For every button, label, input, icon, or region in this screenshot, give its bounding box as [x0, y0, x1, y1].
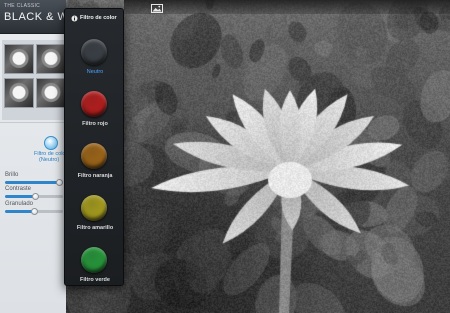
thumbnail-1[interactable] — [4, 44, 34, 74]
thumbnail-3[interactable] — [4, 78, 34, 108]
divider — [0, 122, 66, 123]
filter-option-label: Neutro — [86, 69, 104, 75]
filter-option-red[interactable]: Filtro rojo — [65, 91, 125, 143]
filter-option-green[interactable]: Filtro verde — [65, 247, 125, 299]
color-filter-popover: Filtro de color Neutro Filtro rojo Filtr… — [64, 8, 124, 286]
toolbar — [124, 0, 450, 14]
brightness-label: Brillo — [5, 172, 19, 178]
contrast-slider-thumb[interactable] — [31, 193, 39, 200]
yellow-swatch[interactable] — [81, 195, 107, 221]
brightness-slider-thumb[interactable] — [56, 179, 64, 186]
filter-option-label: Filtro rojo — [82, 121, 108, 127]
thumbnail-2[interactable] — [36, 44, 66, 74]
color-filter-knob[interactable] — [44, 136, 58, 150]
thumbnail-grid — [2, 40, 66, 120]
color-filter-value[interactable]: (Neutro) — [39, 157, 59, 163]
red-swatch[interactable] — [81, 91, 107, 117]
neutral-swatch[interactable] — [81, 39, 107, 65]
app-subtitle: THE CLASSIC — [4, 3, 41, 9]
filter-option-neutral[interactable]: Neutro — [65, 39, 125, 91]
left-panel: THE CLASSIC BLACK & WHITE Filtro de colo… — [0, 0, 95, 313]
filter-option-label: Filtro amarillo — [76, 225, 114, 231]
grain-label: Granulado — [5, 201, 34, 207]
grain-slider-thumb[interactable] — [30, 208, 38, 215]
app-header: THE CLASSIC BLACK & WHITE — [0, 0, 95, 34]
green-swatch[interactable] — [81, 247, 107, 273]
image-icon[interactable] — [151, 4, 163, 13]
filter-option-label: Filtro verde — [80, 277, 110, 283]
filter-option-yellow[interactable]: Filtro amarillo — [65, 195, 125, 247]
popover-title: Filtro de color — [80, 15, 117, 21]
filter-option-label: Filtro naranja — [77, 173, 113, 179]
orange-swatch[interactable] — [81, 143, 107, 169]
circle-info-icon — [71, 15, 78, 22]
filter-option-orange[interactable]: Filtro naranja — [65, 143, 125, 195]
contrast-label: Contraste — [5, 186, 32, 192]
thumbnail-4[interactable] — [36, 78, 66, 108]
brightness-slider[interactable] — [5, 181, 63, 184]
